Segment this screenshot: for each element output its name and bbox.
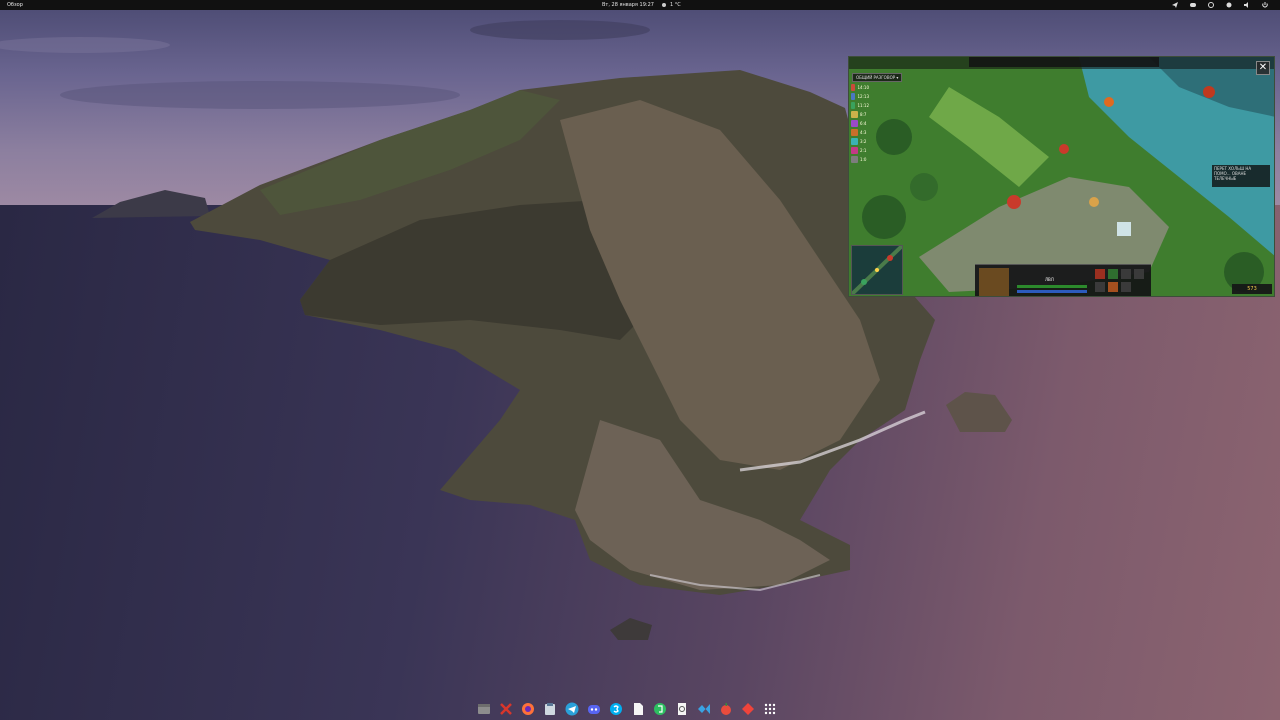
telegram-icon[interactable] <box>1172 2 1178 8</box>
hero-row: 2:1 <box>851 146 869 155</box>
hero-portrait <box>851 84 856 91</box>
pip-close-button[interactable]: ✕ <box>1256 61 1270 75</box>
hero-portrait <box>851 129 858 136</box>
killfeed-notification: ПЕРЕТ ХОЛЬШ НА ПОМО... ОВАНЕ ТЕЛЕЧНЫЕ <box>1212 165 1270 187</box>
hero-score: 14:10 <box>857 85 869 90</box>
hero-row: 3:2 <box>851 137 869 146</box>
hero-scoreboard: 14:10 12:13 11:12 8:7 6:4 4:3 3:2 2:1 1:… <box>851 83 869 164</box>
hero-portrait <box>851 138 858 145</box>
hero-row: 11:12 <box>851 101 869 110</box>
anydesk-icon[interactable] <box>740 701 756 717</box>
apple-icon[interactable] <box>718 701 734 717</box>
hero-hud: ЛВЛ <box>975 264 1151 296</box>
document-icon[interactable] <box>630 701 646 717</box>
hero-row: 8:7 <box>851 110 869 119</box>
weather-indicator[interactable]: 1 °C <box>661 0 681 10</box>
hero-score: 6:4 <box>860 121 867 126</box>
minimap-icon <box>850 244 904 296</box>
hud-level-label: ЛВЛ <box>1045 277 1054 282</box>
evernote-icon[interactable] <box>652 701 668 717</box>
dock <box>476 698 778 720</box>
clock-label[interactable]: Вт, 28 января 19:27 <box>602 0 654 10</box>
weather-label: 1 °C <box>670 2 681 8</box>
hero-portrait <box>851 93 856 100</box>
skype-icon[interactable] <box>608 701 624 717</box>
hero-portrait <box>851 156 858 163</box>
vscode-icon[interactable] <box>696 701 712 717</box>
chat-channel-selector[interactable]: ОБЩИЙ РАЗГОВОР ▾ <box>852 73 903 82</box>
hero-score: 8:7 <box>860 112 867 117</box>
pip-game-window[interactable]: ОБЩИЙ РАЗГОВОР ▾ 14:10 12:13 11:12 8:7 6… <box>848 56 1275 297</box>
mana-bar <box>1017 290 1087 293</box>
hero-score: 4:3 <box>860 130 867 135</box>
firefox-icon[interactable] <box>520 701 536 717</box>
hero-score: 11:12 <box>857 103 869 108</box>
gold-counter: 573 <box>1232 284 1272 294</box>
hero-score: 3:2 <box>860 139 867 144</box>
weather-icon <box>661 2 667 8</box>
files-icon[interactable] <box>476 701 492 717</box>
hero-portrait <box>851 120 858 127</box>
activities-button[interactable]: Обзор <box>7 0 23 10</box>
hero-row: 4:3 <box>851 128 869 137</box>
volume-icon[interactable] <box>1244 2 1250 8</box>
hero-row: 1:0 <box>851 155 869 164</box>
hero-portrait <box>851 111 858 118</box>
hero-portrait <box>851 102 856 109</box>
hero-row: 12:13 <box>851 92 869 101</box>
hero-portrait <box>851 147 858 154</box>
skype-icon[interactable] <box>1226 2 1232 8</box>
network-icon[interactable] <box>1208 2 1214 8</box>
app-grid-icon[interactable] <box>762 701 778 717</box>
minimap[interactable] <box>850 244 904 296</box>
system-tray <box>1172 0 1268 10</box>
hero-score: 1:0 <box>860 157 867 162</box>
discord-icon[interactable] <box>1190 2 1196 8</box>
hero-row: 14:10 <box>851 83 869 92</box>
power-icon[interactable] <box>1262 2 1268 8</box>
telegram-icon[interactable] <box>564 701 580 717</box>
hero-score: 2:1 <box>860 148 867 153</box>
codeweavers-icon[interactable] <box>498 701 514 717</box>
health-bar <box>1017 285 1087 288</box>
hero-score: 12:13 <box>857 94 869 99</box>
clock-icon[interactable] <box>674 701 690 717</box>
top-panel: Обзор Вт, 28 января 19:27 1 °C <box>0 0 1280 10</box>
hero-row: 6:4 <box>851 119 869 128</box>
discord-icon[interactable] <box>586 701 602 717</box>
clipboard-icon[interactable] <box>542 701 558 717</box>
